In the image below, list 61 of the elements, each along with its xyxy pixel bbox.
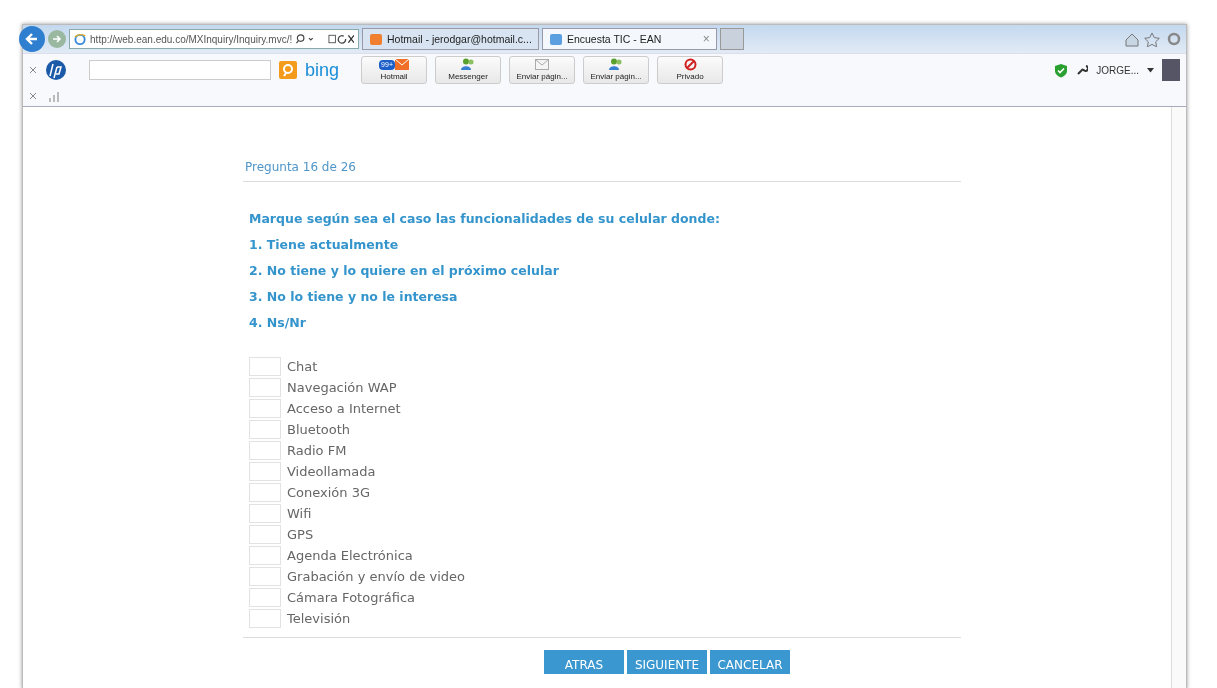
instruction-line: 2. No tiene y lo quiere en el próximo celular	[249, 262, 560, 280]
page-icon	[369, 32, 383, 46]
answer-box[interactable]	[249, 462, 281, 481]
browser-tab[interactable]: Encuesta TIC - EAN ×	[541, 28, 717, 50]
feature-label: Navegación WAP	[287, 380, 397, 395]
toolbar-button[interactable]: Messenger	[435, 56, 502, 84]
refresh-icon[interactable]	[328, 33, 354, 45]
answer-box[interactable]	[249, 441, 281, 460]
answer-box[interactable]	[249, 504, 281, 523]
answer-box[interactable]	[249, 357, 281, 376]
feature-label: Agenda Electrónica	[287, 548, 413, 563]
answer-box[interactable]	[249, 588, 281, 607]
answer-box[interactable]	[249, 378, 281, 397]
feature-label: Videollamada	[287, 464, 376, 479]
block-icon	[683, 58, 697, 71]
new-tab-button[interactable]	[719, 28, 744, 50]
search-logo: bing	[305, 59, 340, 81]
shield-icon	[1054, 62, 1069, 78]
close-toolbar-icon[interactable]	[29, 92, 37, 100]
url-text: http://web.ean.edu.co/MXInquiry/Inquiry.mvc/!	[90, 33, 293, 45]
hp-logo-icon	[45, 59, 67, 81]
address-bar[interactable]: http://web.ean.edu.co/MXInquiry/Inquiry.mvc/!	[69, 29, 359, 49]
toolbar-button[interactable]: Enviar págin...	[583, 56, 650, 84]
answer-box[interactable]	[249, 420, 281, 439]
browser-tab[interactable]: Hotmail - jerodgar@hotmail.c...	[362, 28, 539, 50]
answer-box[interactable]	[249, 546, 281, 565]
feature-label: Cámara Fotográfica	[287, 590, 415, 605]
envelope-icon	[394, 59, 409, 70]
envelope-icon	[535, 59, 550, 70]
toolbar-button[interactable]: Privado	[657, 56, 724, 84]
feature-label: Wifi	[287, 506, 312, 521]
feature-label: GPS	[287, 527, 314, 542]
feature-label: Acceso a Internet	[287, 401, 401, 416]
feature-label: Televisión	[287, 611, 351, 626]
question-number-label: Pregunta 16 de 26	[244, 159, 357, 176]
tab-title: Encuesta TIC - EAN	[566, 33, 663, 45]
globe-icon	[74, 32, 87, 46]
feature-label: Conexión 3G	[287, 485, 370, 500]
instruction-line: Marque según sea el caso las funcionalidades de su celular donde:	[249, 210, 721, 228]
answer-box[interactable]	[249, 525, 281, 544]
answer-box[interactable]	[249, 483, 281, 502]
instruction-line: 3. No lo tiene y no le interesa	[249, 288, 459, 306]
answer-box[interactable]	[249, 567, 281, 586]
user-menu[interactable]: JORGE...	[1096, 64, 1139, 76]
page-icon	[548, 32, 563, 46]
avatar-picture[interactable]	[1162, 59, 1180, 81]
instruction-line: 1. Tiene actualmente	[249, 236, 400, 254]
answer-box[interactable]	[249, 399, 281, 418]
toolbar-button[interactable]: Enviar págin...	[509, 56, 576, 84]
feature-label: Bluetooth	[287, 422, 351, 437]
search-field[interactable]	[89, 60, 271, 80]
tab-title: Hotmail - jerodgar@hotmail.c...	[387, 33, 532, 45]
answer-box[interactable]	[249, 609, 281, 628]
close-toolbar-icon[interactable]	[29, 66, 37, 74]
caret-icon[interactable]	[1147, 67, 1154, 73]
feature-label: Grabación y envío de video	[287, 569, 466, 584]
scrollbar[interactable]	[1171, 107, 1186, 688]
feature-label: Chat	[287, 359, 318, 374]
close-tab-button[interactable]: ×	[702, 32, 710, 46]
instruction-line: 4. Ns/Nr	[249, 314, 307, 332]
feature-label: Radio FM	[287, 443, 347, 458]
